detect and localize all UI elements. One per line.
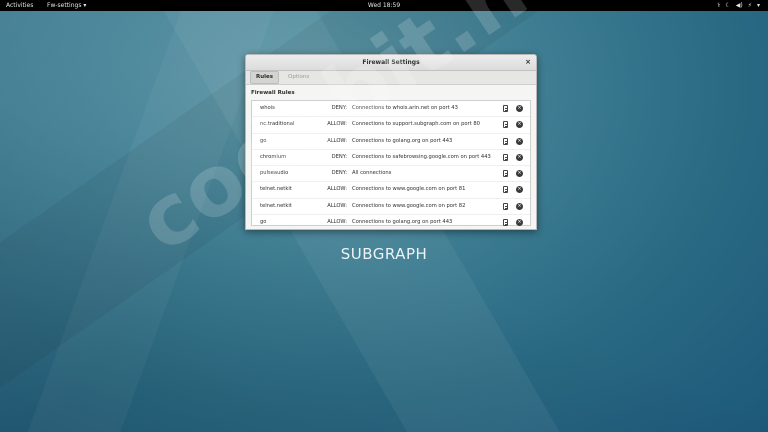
system-tray[interactable]: ⚕ ☾ ◀) ⚡ ▾ xyxy=(717,0,760,11)
tab-bar: Rules Options xyxy=(246,71,536,85)
rule-row[interactable]: pulseaudio DENY: All connections × xyxy=(252,166,530,183)
rule-app: pulseaudio xyxy=(260,170,289,177)
close-icon[interactable]: × xyxy=(525,55,531,70)
rule-description: Connections to support.subgraph.com on p… xyxy=(352,121,480,128)
rule-verdict: ALLOW: xyxy=(327,219,347,226)
rule-row[interactable]: chromium DENY: Connections to safebrowsi… xyxy=(252,150,530,167)
edit-icon[interactable] xyxy=(503,137,508,145)
window-titlebar[interactable]: Firewall Settings × xyxy=(246,55,536,71)
tab-options[interactable]: Options xyxy=(283,72,314,83)
rule-description: Connections to safebrowsing.google.com o… xyxy=(352,153,491,160)
rules-panel: Firewall Rules whois DENY: Connections t… xyxy=(246,85,536,227)
edit-icon[interactable] xyxy=(503,105,508,112)
rule-row[interactable]: telnet.netkit ALLOW: Connections to www.… xyxy=(252,182,530,199)
delete-icon[interactable]: × xyxy=(516,219,523,227)
rule-app: nc.traditional xyxy=(260,121,295,128)
rule-app: go xyxy=(260,219,267,226)
chevron-down-icon[interactable]: ▾ xyxy=(757,0,760,11)
delete-icon[interactable]: × xyxy=(516,202,523,210)
top-bar: Activities Fw-settings ▾ Wed 18:59 ⚕ ☾ ◀… xyxy=(0,0,768,11)
rule-verdict: DENY: xyxy=(331,153,347,160)
rule-row[interactable]: whois DENY: Connections to whois.arin.ne… xyxy=(252,101,530,118)
rule-verdict: ALLOW: xyxy=(327,186,347,193)
rule-app: telnet.netkit xyxy=(260,202,292,209)
delete-icon[interactable]: × xyxy=(516,153,523,161)
tab-rules[interactable]: Rules xyxy=(250,71,280,84)
rule-description: Connections to www.google.com on port 81 xyxy=(352,186,466,193)
night-mode-icon[interactable]: ☾ xyxy=(725,0,730,11)
delete-icon[interactable]: × xyxy=(516,105,523,112)
firewall-settings-window: Firewall Settings × Rules Options Firewa… xyxy=(245,54,537,230)
rule-verdict: ALLOW: xyxy=(327,202,347,209)
rule-app: telnet.netkit xyxy=(260,186,292,193)
delete-icon[interactable]: × xyxy=(516,137,523,145)
volume-icon[interactable]: ◀) xyxy=(736,0,743,11)
rule-description: Connections to golang.org on port 443 xyxy=(352,137,453,144)
section-title: Firewall Rules xyxy=(251,90,295,96)
edit-icon[interactable] xyxy=(503,121,508,129)
edit-icon[interactable] xyxy=(503,170,508,178)
rule-row[interactable]: go ALLOW: Connections to golang.org on p… xyxy=(252,134,530,150)
rule-description: Connections to whois.arin.net on port 43 xyxy=(352,105,458,111)
rule-app: go xyxy=(260,137,267,144)
rule-verdict: DENY: xyxy=(331,105,347,111)
rule-row[interactable]: go ALLOW: Connections to golang.org on p… xyxy=(252,215,530,230)
rule-app: chromium xyxy=(260,153,287,160)
delete-icon[interactable]: × xyxy=(516,186,523,194)
clock[interactable]: Wed 18:59 xyxy=(0,0,768,11)
rule-description: All connections xyxy=(352,170,392,177)
window-title: Firewall Settings xyxy=(362,59,420,66)
rule-verdict: ALLOW: xyxy=(327,121,347,128)
subgraph-wordmark: SUBGRAPH xyxy=(340,245,428,263)
edit-icon[interactable] xyxy=(503,219,508,227)
rule-row[interactable]: nc.traditional ALLOW: Connections to sup… xyxy=(252,117,530,134)
delete-icon[interactable]: × xyxy=(516,170,523,178)
edit-icon[interactable] xyxy=(503,202,508,210)
rule-description: Connections to golang.org on port 443 xyxy=(352,219,453,226)
delete-icon[interactable]: × xyxy=(516,121,523,129)
rule-verdict: ALLOW: xyxy=(327,137,347,144)
edit-icon[interactable] xyxy=(503,153,508,161)
edit-icon[interactable] xyxy=(503,186,508,194)
rule-verdict: DENY: xyxy=(331,170,347,177)
rule-row[interactable]: telnet.netkit ALLOW: Connections to www.… xyxy=(252,199,530,216)
rule-app: whois xyxy=(260,105,275,111)
rule-description: Connections to www.google.com on port 82 xyxy=(352,202,466,209)
rules-list: whois DENY: Connections to whois.arin.ne… xyxy=(251,100,531,227)
accessibility-icon[interactable]: ⚕ xyxy=(717,0,720,11)
power-icon[interactable]: ⚡ xyxy=(748,0,752,11)
desktop: Activities Fw-settings ▾ Wed 18:59 ⚕ ☾ ◀… xyxy=(0,0,768,432)
